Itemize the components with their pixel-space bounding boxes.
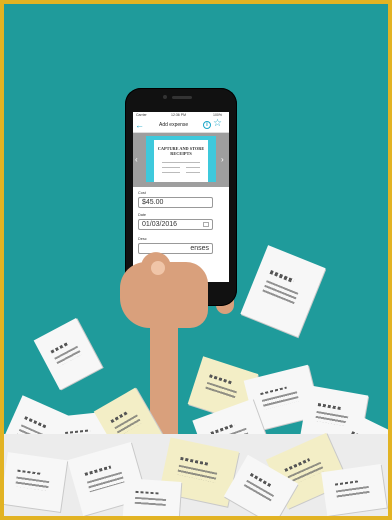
- chevron-right-icon[interactable]: ›: [221, 155, 224, 164]
- receipt-paper: CAPTURE AND STORE RECEIPTS: [154, 140, 208, 182]
- receipt: [122, 478, 182, 516]
- carrier-label: Carrier: [136, 113, 147, 117]
- status-time: 12:36 PM: [171, 113, 186, 117]
- cost-label: Cost: [138, 191, 146, 195]
- battery-level: 100%: [213, 113, 222, 117]
- date-value: 01/03/2016: [142, 221, 178, 228]
- date-label: Date: [138, 213, 147, 217]
- receipt-line: [162, 162, 200, 163]
- scene: Carrier 12:36 PM 100% ← Add expense i ☆ …: [4, 4, 388, 516]
- receipt-carousel[interactable]: CAPTURE AND STORE RECEIPTS ‹ ›: [133, 133, 229, 196]
- receipt-line: [162, 172, 180, 173]
- receipt-card: CAPTURE AND STORE RECEIPTS: [146, 136, 216, 182]
- receipt-line: [186, 172, 200, 173]
- receipt: [321, 464, 387, 516]
- card-title: CAPTURE AND STORE RECEIPTS: [157, 146, 205, 156]
- illustration-frame: Carrier 12:36 PM 100% ← Add expense i ☆ …: [0, 0, 392, 520]
- receipt-line: [162, 167, 180, 168]
- camera-icon: [163, 95, 167, 99]
- date-field[interactable]: 01/03/2016: [138, 219, 213, 230]
- receipt: [4, 452, 68, 512]
- thumbnail: [151, 261, 165, 275]
- calendar-icon[interactable]: [203, 222, 209, 227]
- star-icon[interactable]: ☆: [213, 119, 222, 129]
- receipt-line: [186, 167, 200, 168]
- back-arrow-icon[interactable]: ←: [135, 120, 144, 130]
- chevron-left-icon[interactable]: ‹: [135, 155, 138, 164]
- cost-field[interactable]: $45.00: [138, 197, 213, 208]
- speaker-grill: [172, 96, 192, 99]
- description-label: Desc: [138, 237, 147, 241]
- receipt: [240, 245, 326, 337]
- page-title: Add expense: [159, 122, 189, 128]
- receipt: [33, 318, 103, 390]
- info-icon[interactable]: i: [203, 121, 211, 129]
- nav-bar: ← Add expense i ☆: [133, 119, 229, 133]
